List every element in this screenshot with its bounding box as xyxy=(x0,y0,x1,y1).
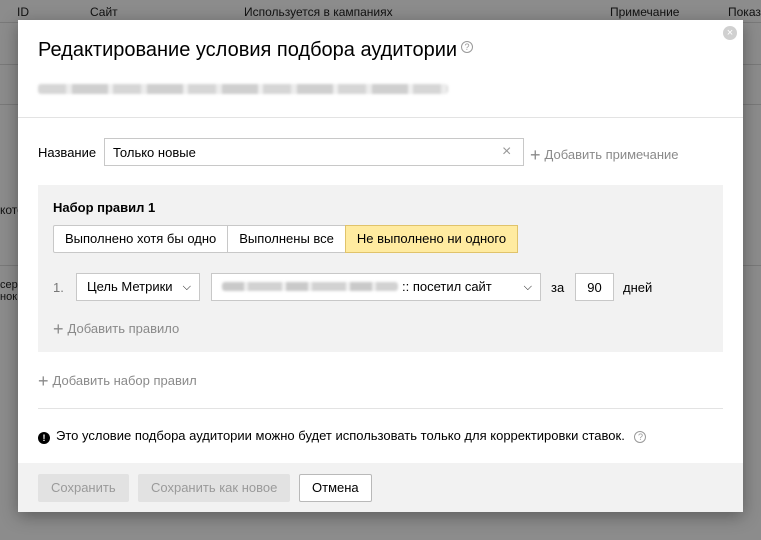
add-note-link[interactable]: + Добавить примечание xyxy=(530,145,679,166)
days-input[interactable] xyxy=(575,273,614,301)
mode-none-button[interactable]: Не выполнено ни одного xyxy=(344,225,519,253)
edit-audience-dialog: × Редактирование условия подбора аудитор… xyxy=(18,20,743,512)
mode-any-button[interactable]: Выполнено хотя бы одно xyxy=(53,225,229,253)
ruleset-title: Набор правил 1 xyxy=(53,200,156,215)
days-label: дней xyxy=(623,280,653,295)
chevron-down-icon: ⌵ xyxy=(182,281,191,293)
chevron-down-icon: ⌵ xyxy=(523,281,532,293)
mode-all-button[interactable]: Выполнены все xyxy=(227,225,346,253)
goal-select[interactable]: :: посетил сайт ⌵ xyxy=(211,273,541,301)
clear-input-icon[interactable]: × xyxy=(502,142,518,162)
plus-icon: + xyxy=(530,145,541,165)
rule-number: 1. xyxy=(53,280,64,295)
blurred-subtitle xyxy=(38,84,448,94)
save-button[interactable]: Сохранить xyxy=(38,474,129,502)
add-ruleset-label: Добавить набор правил xyxy=(52,373,197,388)
dialog-title: Редактирование условия подбора аудитории… xyxy=(38,39,474,62)
help-icon[interactable]: ? xyxy=(634,431,647,443)
notice: ! Это условие подбора аудитории можно буд… xyxy=(38,428,647,444)
rule-type-select[interactable]: Цель Метрики ⌵ xyxy=(76,273,200,301)
rule-type-value: Цель Метрики xyxy=(87,279,173,294)
divider xyxy=(18,117,743,118)
name-label: Название xyxy=(38,145,97,160)
cancel-button[interactable]: Отмена xyxy=(299,474,372,502)
notice-text: Это условие подбора аудитории можно буде… xyxy=(56,428,625,443)
add-note-label: Добавить примечание xyxy=(544,147,679,162)
add-rule-link[interactable]: + Добавить правило xyxy=(53,319,179,340)
add-rule-label: Добавить правило xyxy=(67,321,180,336)
close-icon[interactable]: × xyxy=(723,26,737,40)
period-label: за xyxy=(551,280,565,295)
save-as-new-button[interactable]: Сохранить как новое xyxy=(138,474,291,502)
ruleset-panel: Набор правил 1 Выполнено хотя бы одно Вы… xyxy=(38,185,723,352)
add-ruleset-link[interactable]: + Добавить набор правил xyxy=(38,371,197,392)
info-icon: ! xyxy=(38,432,50,444)
help-icon[interactable]: ? xyxy=(461,41,474,53)
plus-icon: + xyxy=(53,319,64,339)
plus-icon: + xyxy=(38,371,49,391)
goal-suffix: :: посетил сайт xyxy=(402,279,492,294)
divider xyxy=(38,408,723,409)
name-input[interactable] xyxy=(104,138,524,166)
dialog-footer: Сохранить Сохранить как новое Отмена xyxy=(18,463,743,512)
ruleset-mode-selector: Выполнено хотя бы одно Выполнены все Не … xyxy=(53,225,519,253)
dialog-title-text: Редактирование условия подбора аудитории xyxy=(38,39,458,61)
blurred-goal-name xyxy=(222,282,398,291)
